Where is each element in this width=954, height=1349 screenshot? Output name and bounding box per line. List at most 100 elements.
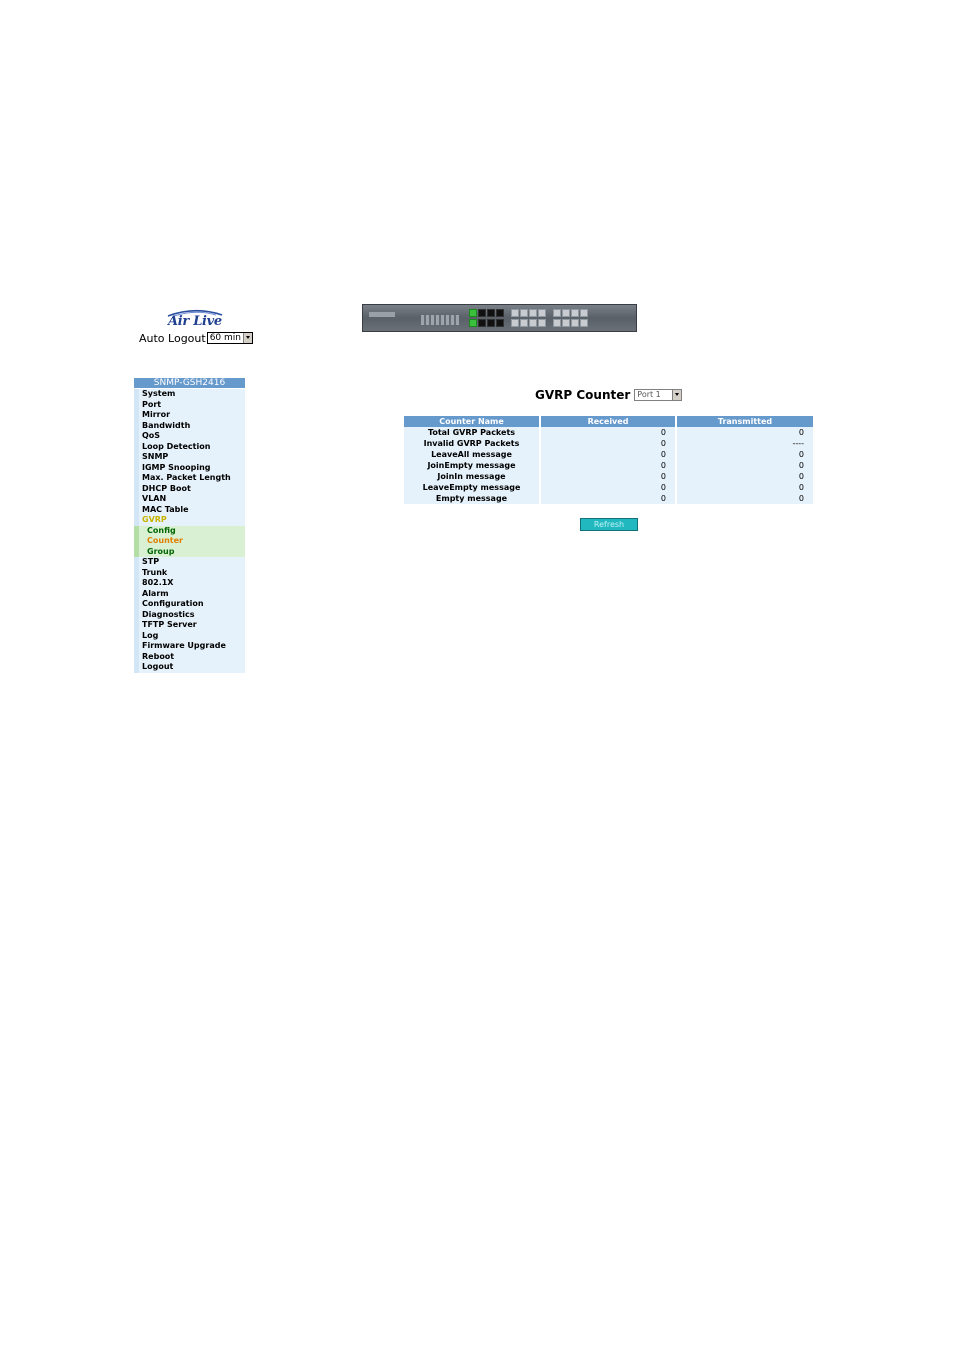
table-row: LeaveAll message 0 0 <box>404 449 813 460</box>
panel-led-indicators <box>421 315 459 325</box>
transmitted-cell: 0 <box>677 460 813 471</box>
port-icon <box>487 319 495 327</box>
sidebar-item-snmp[interactable]: SNMP <box>134 452 245 463</box>
sidebar-item-loop-detection[interactable]: Loop Detection <box>134 441 245 452</box>
table-row: Total GVRP Packets 0 0 <box>404 427 813 438</box>
switch-front-panel-image <box>362 304 637 332</box>
chevron-down-icon[interactable] <box>672 390 682 400</box>
sidebar-item-gvrp[interactable]: GVRP <box>134 515 245 526</box>
sidebar-item-reboot[interactable]: Reboot <box>134 651 245 662</box>
table-body: Total GVRP Packets 0 0 Invalid GVRP Packets… <box>404 427 813 504</box>
counter-name-cell: JoinEmpty message <box>404 460 541 471</box>
page-title: GVRP Counter <box>535 388 631 402</box>
counter-name-cell: JoinIn message <box>404 471 541 482</box>
logo-text: Air Live <box>168 314 222 329</box>
received-cell: 0 <box>541 471 677 482</box>
sidebar-item-configuration[interactable]: Configuration <box>134 599 245 610</box>
transmitted-cell: 0 <box>677 493 813 504</box>
port-icon <box>562 309 570 317</box>
port-icon <box>553 309 561 317</box>
transmitted-cell: 0 <box>677 482 813 493</box>
transmitted-cell: ---- <box>677 438 813 449</box>
chevron-down-icon[interactable] <box>242 333 252 343</box>
sidebar-menu: SNMP-GSH2416 System Port Mirror Bandwidth Qo… <box>134 378 245 673</box>
sidebar-item-mirror[interactable]: Mirror <box>134 410 245 421</box>
port-group-1 <box>469 309 504 327</box>
sidebar-item-group[interactable]: Group <box>134 546 245 557</box>
table-row: JoinEmpty message 0 0 <box>404 460 813 471</box>
transmitted-cell: 0 <box>677 427 813 438</box>
port-icon <box>580 309 588 317</box>
sidebar-items: System Port Mirror Bandwidth QoS Loop Detecti… <box>134 389 245 673</box>
auto-logout-select[interactable]: 60 min <box>206 332 253 344</box>
sidebar-item-stp[interactable]: STP <box>134 557 245 568</box>
port-group-3 <box>553 309 588 327</box>
column-header-received: Received <box>541 416 677 427</box>
counter-name-cell: Invalid GVRP Packets <box>404 438 541 449</box>
sidebar-item-counter[interactable]: Counter <box>134 536 245 547</box>
sidebar-item-log[interactable]: Log <box>134 630 245 641</box>
refresh-button[interactable]: Refresh <box>580 518 638 531</box>
port-icon <box>487 309 495 317</box>
received-cell: 0 <box>541 493 677 504</box>
table-row: LeaveEmpty message 0 0 <box>404 482 813 493</box>
port-icon <box>469 319 477 327</box>
sidebar-item-max-packet-length[interactable]: Max. Packet Length <box>134 473 245 484</box>
sidebar-item-diagnostics[interactable]: Diagnostics <box>134 609 245 620</box>
port-icon <box>562 319 570 327</box>
sidebar-item-trunk[interactable]: Trunk <box>134 567 245 578</box>
sidebar-item-alarm[interactable]: Alarm <box>134 588 245 599</box>
counter-name-cell: Empty message <box>404 493 541 504</box>
sidebar-item-tftp-server[interactable]: TFTP Server <box>134 620 245 631</box>
sidebar-title: SNMP-GSH2416 <box>134 378 245 389</box>
counter-name-cell: LeaveAll message <box>404 449 541 460</box>
page-header: GVRP Counter Port 1 <box>535 388 683 402</box>
transmitted-cell: 0 <box>677 449 813 460</box>
port-icon <box>478 319 486 327</box>
sidebar-item-igmp-snooping[interactable]: IGMP Snooping <box>134 462 245 473</box>
column-header-counter-name: Counter Name <box>404 416 541 427</box>
received-cell: 0 <box>541 427 677 438</box>
sidebar-item-dhcp-boot[interactable]: DHCP Boot <box>134 483 245 494</box>
sidebar-item-logout[interactable]: Logout <box>134 662 245 673</box>
port-icon <box>538 319 546 327</box>
sidebar-item-firmware-upgrade[interactable]: Firmware Upgrade <box>134 641 245 652</box>
table-header-row: Counter Name Received Transmitted <box>404 416 813 427</box>
received-cell: 0 <box>541 449 677 460</box>
port-icon <box>496 319 504 327</box>
table-row: JoinIn message 0 0 <box>404 471 813 482</box>
sidebar-item-system[interactable]: System <box>134 389 245 400</box>
received-cell: 0 <box>541 460 677 471</box>
panel-brand-mark <box>369 312 395 317</box>
sidebar-item-802-1x[interactable]: 802.1X <box>134 578 245 589</box>
sidebar-item-qos[interactable]: QoS <box>134 431 245 442</box>
sidebar-item-port[interactable]: Port <box>134 399 245 410</box>
counter-name-cell: LeaveEmpty message <box>404 482 541 493</box>
port-icon <box>529 309 537 317</box>
port-icon <box>571 319 579 327</box>
auto-logout-label: Auto Logout <box>139 331 206 345</box>
port-select[interactable]: Port 1 <box>634 389 683 401</box>
auto-logout-control: Auto Logout 60 min <box>139 331 253 345</box>
port-icon <box>538 309 546 317</box>
port-icon <box>511 319 519 327</box>
counter-name-cell: Total GVRP Packets <box>404 427 541 438</box>
sidebar-item-bandwidth[interactable]: Bandwidth <box>134 420 245 431</box>
port-icon <box>478 309 486 317</box>
port-icon <box>529 319 537 327</box>
sidebar-item-config[interactable]: Config <box>134 525 245 536</box>
port-group-2 <box>511 309 546 327</box>
auto-logout-value: 60 min <box>209 333 241 343</box>
table-row: Invalid GVRP Packets 0 ---- <box>404 438 813 449</box>
sidebar-item-mac-table[interactable]: MAC Table <box>134 504 245 515</box>
port-select-value: Port 1 <box>637 390 661 399</box>
sidebar-item-vlan[interactable]: VLAN <box>134 494 245 505</box>
port-icon <box>571 309 579 317</box>
port-icon <box>496 309 504 317</box>
port-icon <box>520 309 528 317</box>
port-icon <box>580 319 588 327</box>
port-icon <box>469 309 477 317</box>
port-icon <box>553 319 561 327</box>
column-header-transmitted: Transmitted <box>677 416 813 427</box>
table-row: Empty message 0 0 <box>404 493 813 504</box>
